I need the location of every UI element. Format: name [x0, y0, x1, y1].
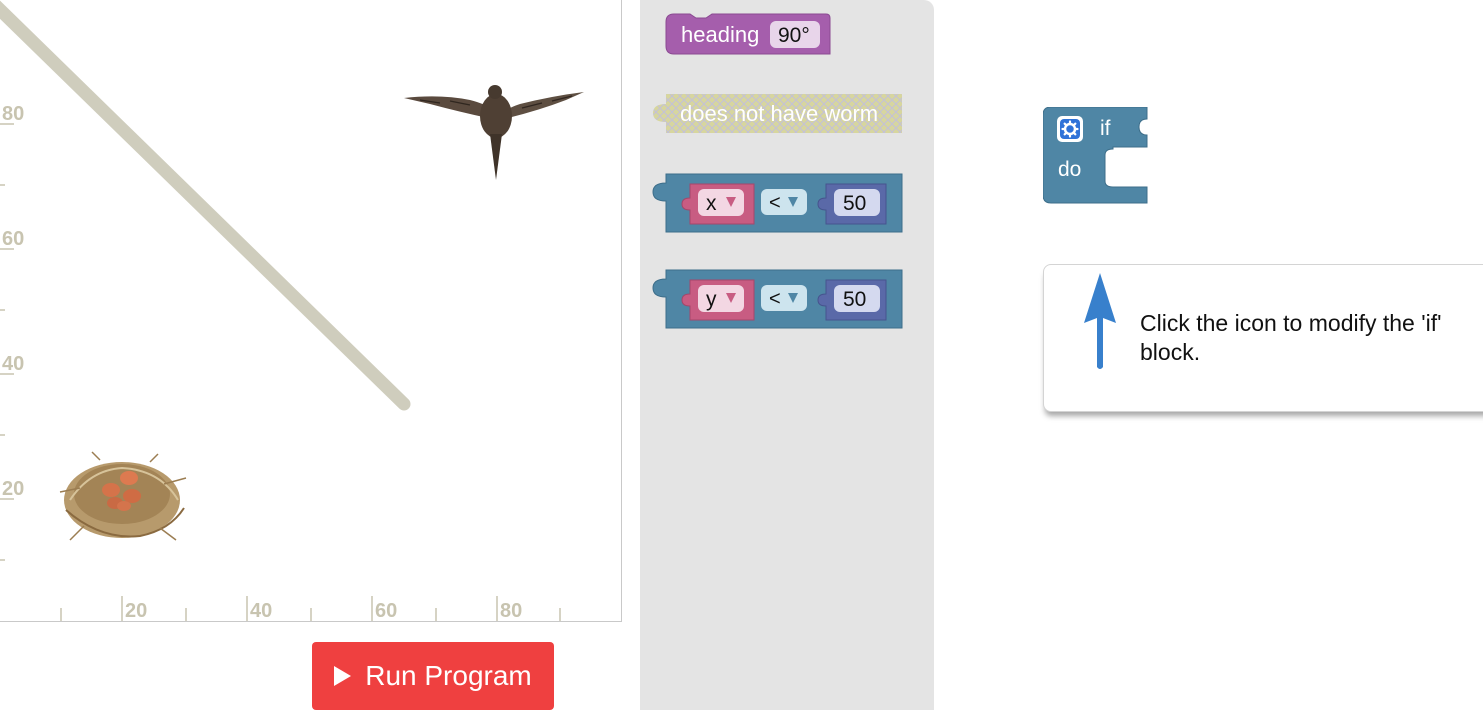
y-tick-label: 20	[2, 478, 24, 500]
if-label: if	[1100, 117, 1111, 140]
x-tick-label: 60	[375, 600, 397, 622]
nest-image	[59, 451, 187, 541]
y-variable-dropdown[interactable]	[698, 285, 744, 312]
do-label: do	[1058, 158, 1081, 181]
compare-y-block[interactable]: y < 50	[652, 269, 903, 329]
drawn-path-line	[0, 0, 411, 411]
y-tick-label: 60	[2, 228, 24, 250]
operator-label: <	[769, 288, 781, 310]
operator-dropdown[interactable]	[761, 285, 807, 311]
heading-value: 90°	[778, 24, 810, 47]
operator-label: <	[769, 192, 781, 214]
play-icon	[334, 666, 352, 686]
if-block-shape: if do	[1042, 106, 1148, 204]
heading-label: heading	[681, 22, 759, 47]
does-not-have-worm-block[interactable]: does not have worm	[653, 94, 902, 133]
compare-x-block[interactable]: x < 50	[652, 173, 903, 233]
hint-bubble: Click the icon to modify the 'if' block.	[1043, 264, 1483, 412]
operator-dropdown[interactable]	[761, 189, 807, 215]
x-tick-label: 40	[250, 600, 272, 622]
condition-label: does not have worm	[680, 101, 878, 126]
bird-image	[404, 85, 584, 180]
y-value: 50	[843, 288, 866, 311]
x-tick-label: 20	[125, 600, 147, 622]
up-arrow-icon	[1084, 273, 1116, 369]
toolbox-blocks: heading 90° does not have worm x < 50 y …	[652, 13, 903, 329]
run-program-label: Run Program	[365, 660, 532, 691]
x-variable-label: x	[706, 192, 717, 215]
y-variable-label: y	[706, 288, 717, 311]
y-tick-label: 40	[2, 353, 24, 375]
toolbox-flyout: heading 90° does not have worm x < 50 y …	[640, 0, 934, 710]
x-variable-dropdown[interactable]	[698, 189, 744, 216]
heading-block[interactable]: heading 90°	[665, 13, 831, 55]
visualization-canvas: 80 60 40 20 20 40 60 80	[0, 0, 584, 622]
x-tick-label: 80	[500, 600, 522, 622]
x-value: 50	[843, 192, 866, 215]
run-program-button[interactable]: Run Program	[312, 642, 554, 710]
if-block[interactable]: if do	[1042, 106, 1153, 212]
y-tick-label: 80	[2, 103, 24, 125]
hint-text: Click the icon to modify the 'if' block.	[1140, 310, 1442, 365]
visualization-area: 80 60 40 20 20 40 60 80	[0, 0, 622, 622]
